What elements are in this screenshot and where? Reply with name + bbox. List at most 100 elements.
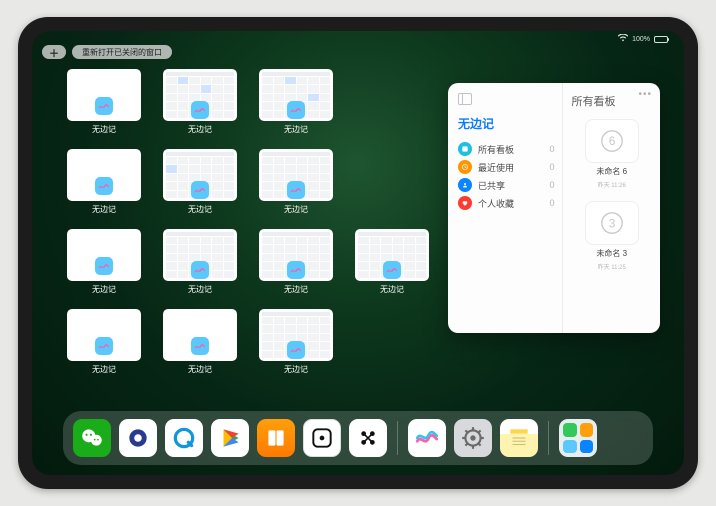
switcher-thumb[interactable]: 无边记 [258, 149, 334, 215]
modal-left-pane: 无边记 所有看板 0 最近使用 0 [448, 83, 562, 333]
row-label: 已共享 [478, 179, 505, 192]
dock-qq-browser-icon[interactable] [165, 419, 203, 457]
board-item[interactable]: 6 未命名 6 昨天 11:26 [571, 119, 652, 189]
svg-text:3: 3 [608, 216, 615, 230]
board-sub: 昨天 11:25 [598, 262, 626, 271]
freeform-icon [287, 341, 305, 359]
thumb-label: 无边记 [92, 204, 116, 215]
thumb-label: 无边记 [188, 364, 212, 375]
thumb-preview [259, 229, 333, 281]
freeform-icon [191, 181, 209, 199]
switcher-thumb[interactable]: 无边记 [66, 309, 142, 375]
freeform-icon [287, 261, 305, 279]
thumb-preview [163, 229, 237, 281]
thumb-label: 无边记 [284, 124, 308, 135]
modal-left-title: 无边记 [458, 115, 554, 132]
dock-dots-app-icon[interactable] [349, 419, 387, 457]
thumb-label: 无边记 [92, 284, 116, 295]
switcher-thumb[interactable]: 无边记 [162, 309, 238, 375]
thumb-preview [259, 149, 333, 201]
app-switcher-grid: 无边记 无边记 [66, 69, 426, 375]
dock-settings-icon[interactable] [454, 419, 492, 457]
switcher-thumb[interactable]: 无边记 [162, 149, 238, 215]
switcher-thumb[interactable]: 无边记 [354, 229, 430, 295]
modal-row-recent[interactable]: 最近使用 0 [458, 160, 554, 174]
thumb-preview [163, 69, 237, 121]
thumb-preview [355, 229, 429, 281]
switcher-thumb[interactable]: 无边记 [162, 229, 238, 295]
dock-dice-icon[interactable] [303, 419, 341, 457]
switcher-thumb[interactable]: 无边记 [258, 229, 334, 295]
thumb-label: 无边记 [284, 364, 308, 375]
freeform-icon [287, 101, 305, 119]
row-label: 个人收藏 [478, 197, 514, 210]
freeform-icon [95, 97, 113, 115]
dock-play-icon[interactable] [211, 419, 249, 457]
thumb-label: 无边记 [284, 204, 308, 215]
switcher-thumb[interactable]: 无边记 [66, 229, 142, 295]
thumb-label: 无边记 [380, 284, 404, 295]
thumb-preview [67, 149, 141, 201]
dock-circle-app-icon[interactable] [119, 419, 157, 457]
svg-text:6: 6 [608, 134, 615, 148]
switcher-thumb[interactable]: 无边记 [162, 69, 238, 135]
thumb-preview [67, 309, 141, 361]
more-icon[interactable]: ••• [638, 89, 652, 100]
freeform-icon [95, 337, 113, 355]
freeform-icon [287, 181, 305, 199]
board-name: 未命名 6 [596, 166, 627, 177]
person-icon [458, 178, 472, 192]
thumb-label: 无边记 [92, 124, 116, 135]
boards-icon [458, 142, 472, 156]
reopen-closed-window-pill[interactable]: 重新打开已关闭的窗口 [72, 45, 172, 59]
sidebar-icon [458, 93, 472, 105]
board-sub: 昨天 11:26 [598, 180, 626, 189]
thumb-label: 无边记 [284, 284, 308, 295]
modal-row-favorites[interactable]: 个人收藏 0 [458, 196, 554, 210]
row-label: 所有看板 [478, 143, 514, 156]
thumb-preview [163, 309, 237, 361]
freeform-icon [191, 101, 209, 119]
dock-notes-icon[interactable] [500, 419, 538, 457]
row-count: 0 [549, 198, 554, 208]
board-name: 未命名 3 [596, 248, 627, 259]
thumb-label: 无边记 [188, 124, 212, 135]
thumb-label: 无边记 [188, 204, 212, 215]
dock-app-library-icon[interactable] [559, 419, 597, 457]
dock-freeform-icon[interactable] [408, 419, 446, 457]
freeform-sidebar-modal[interactable]: ••• 无边记 所有看板 0 最近使用 0 [448, 83, 660, 333]
ipad-frame: 100% ＋ 重新打开已关闭的窗口 无边记 [18, 17, 698, 489]
reopen-label: 重新打开已关闭的窗口 [82, 47, 162, 58]
add-window-button[interactable]: ＋ [42, 45, 66, 59]
freeform-icon [95, 177, 113, 195]
board-preview: 3 [585, 201, 639, 245]
modal-row-all-boards[interactable]: 所有看板 0 [458, 142, 554, 156]
row-count: 0 [549, 180, 554, 190]
dock-separator [548, 421, 549, 455]
freeform-icon [383, 261, 401, 279]
board-item[interactable]: 3 未命名 3 昨天 11:25 [571, 201, 652, 271]
switcher-thumb[interactable]: 无边记 [258, 309, 334, 375]
dock-separator [397, 421, 398, 455]
row-count: 0 [549, 162, 554, 172]
dock-books-icon[interactable] [257, 419, 295, 457]
battery-pct: 100% [632, 36, 650, 43]
thumb-preview [67, 229, 141, 281]
status-bar: 100% [32, 31, 684, 45]
switcher-thumb[interactable]: 无边记 [66, 69, 142, 135]
screen: 100% ＋ 重新打开已关闭的窗口 无边记 [32, 31, 684, 475]
thumb-preview [259, 69, 333, 121]
dock-wechat-icon[interactable] [73, 419, 111, 457]
dock [63, 411, 653, 465]
thumb-preview [259, 309, 333, 361]
modal-row-shared[interactable]: 已共享 0 [458, 178, 554, 192]
board-preview: 6 [585, 119, 639, 163]
battery-icon [654, 36, 668, 43]
row-label: 最近使用 [478, 161, 514, 174]
freeform-icon [95, 257, 113, 275]
switcher-thumb[interactable]: 无边记 [258, 69, 334, 135]
freeform-icon [191, 261, 209, 279]
freeform-icon [191, 337, 209, 355]
switcher-thumb[interactable]: 无边记 [66, 149, 142, 215]
thumb-label: 无边记 [92, 364, 116, 375]
